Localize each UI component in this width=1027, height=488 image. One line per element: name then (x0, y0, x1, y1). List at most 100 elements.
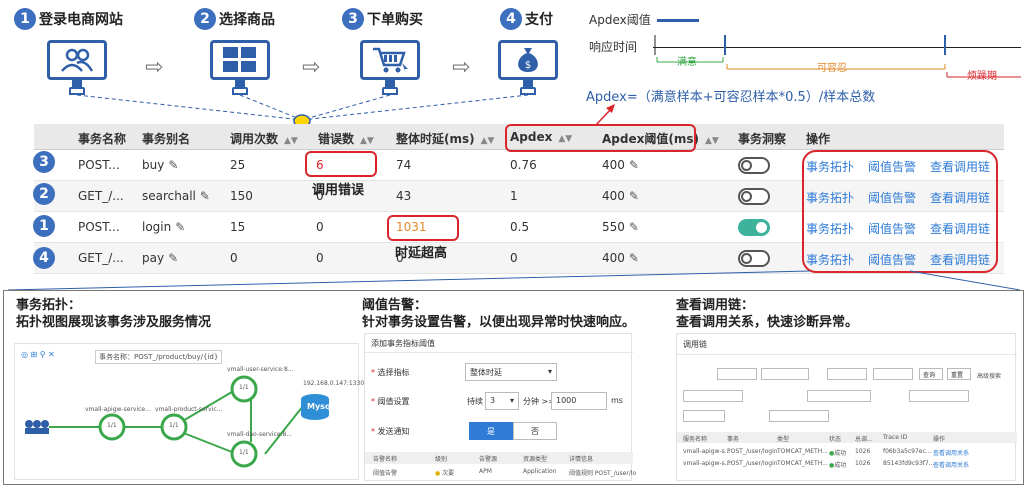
node-label: vmall-dao-service:8... (227, 431, 293, 438)
trace-cell: POST_/user/login (727, 448, 778, 455)
cell-errors: 0 (316, 220, 324, 234)
notify-no-button[interactable]: 否 (513, 422, 557, 440)
f2-unit: ms (611, 396, 623, 405)
filter-field[interactable] (873, 368, 913, 380)
trace-cell: 1026 (855, 460, 871, 467)
trace-header: 调用链 (683, 340, 707, 349)
trace-cell: vmall-apigw-s... (683, 460, 731, 467)
filter-field[interactable] (807, 390, 871, 402)
f1-label: * 选择指标 (371, 368, 410, 377)
f2-label: * 阈值设置 (371, 397, 410, 406)
trace-panel: 查看调用链： 查看调用关系，快速诊断异常。 (676, 297, 858, 331)
cell-threshold: 550 ✎ (602, 220, 639, 234)
notify-yes-button[interactable]: 是 (469, 422, 513, 440)
alarm-col: 告警源 (479, 456, 498, 463)
cell-calls: 150 (230, 189, 253, 203)
insight-toggle[interactable] (738, 157, 770, 174)
view-call-link[interactable]: 查看调用关系 (933, 460, 969, 469)
alarm-form-title: 添加事务指标阈值 (371, 339, 435, 348)
alarm-col: 资源类型 (523, 456, 548, 463)
cell-threshold: 400 ✎ (602, 158, 639, 172)
trace-cell: ●成功 (829, 450, 847, 457)
view-call-link[interactable]: 查看调用关系 (933, 448, 969, 457)
topology-panel: 事务拓扑： 拓扑视图展现该事务涉及服务情况 (16, 297, 211, 331)
insight-toggle[interactable] (738, 188, 770, 205)
pencil-icon[interactable]: ✎ (175, 220, 185, 234)
trace-col: 事务 (727, 436, 740, 443)
trace-col: 服务名称 (683, 436, 708, 443)
cell-apdex: 0 (510, 251, 518, 265)
trace-col: 状态 (829, 436, 842, 443)
insight-toggle[interactable] (738, 219, 770, 236)
cell-calls: 15 (230, 220, 246, 234)
duration-select[interactable]: 3 ▾ (485, 392, 519, 410)
trace-cell: ●成功 (829, 462, 847, 469)
pencil-icon[interactable]: ✎ (200, 189, 210, 203)
f2-prefix: 持续 (467, 397, 483, 406)
chevron-down-icon: ▾ (509, 396, 514, 405)
alarm-cell: Application (523, 468, 557, 475)
feature-panel: 事务拓扑： 拓扑视图展现该事务涉及服务情况 ◎ ⊞ ⚲ ✕ 事务名称：POST_… (3, 290, 1024, 485)
cell-alias: pay ✎ (142, 251, 179, 265)
cell-alias: login ✎ (142, 220, 186, 234)
zone-satisfied: 满意 (677, 57, 697, 68)
filter-field[interactable] (909, 390, 969, 402)
node-label: vmall-apigw-service... (85, 406, 151, 413)
trace-col: 类型 (777, 436, 790, 443)
node-label: 192.168.0.147:13306 (303, 380, 369, 387)
search-button[interactable]: 查询 (919, 368, 943, 380)
cell-errors: 0 (316, 251, 324, 265)
col-errors[interactable]: 错误数 ▲▼ (318, 130, 374, 147)
cell-apdex: 0.76 (510, 158, 537, 172)
apdex-diagram: Apdex阈值 响应时间 满意 可容忍 烦躁期 (585, 5, 1023, 91)
row-step-number: 2 (33, 183, 55, 205)
sort-icon: ▲▼ (284, 136, 298, 146)
trace-col: 总调... (855, 436, 873, 443)
cell-latency: 43 (396, 189, 412, 203)
col-alias: 事务别名 (142, 132, 191, 146)
alarm-screenshot: 添加事务指标阈值 * 选择指标 整体时延 ▾ * 阈值设置 持续 3 ▾ 分钟 >=… (364, 333, 636, 481)
node-label: vmall-user-service:8... (227, 366, 294, 373)
sort-icon: ▲▼ (480, 136, 495, 146)
topology-title: 事务拓扑： (16, 298, 82, 313)
pencil-icon[interactable]: ✎ (629, 251, 639, 265)
metric-select[interactable]: 整体时延 ▾ (465, 363, 557, 381)
cell-name: GET_/... (78, 251, 124, 265)
filter-field[interactable] (717, 368, 757, 380)
pencil-icon[interactable]: ✎ (629, 189, 639, 203)
topology-screenshot: ◎ ⊞ ⚲ ✕ 事务名称：POST_/product/buy/{id} vmal… (14, 343, 368, 480)
node-calls: 1/1 (169, 422, 179, 429)
cell-name: GET_/... (78, 189, 124, 203)
pencil-icon[interactable]: ✎ (629, 158, 639, 172)
pencil-icon[interactable]: ✎ (168, 251, 178, 265)
latency-highlight (387, 215, 459, 241)
alarm-col: 告警名称 (373, 456, 398, 463)
filter-field[interactable] (683, 410, 725, 422)
db-label: Mysql (307, 402, 334, 411)
filter-field[interactable] (827, 368, 867, 380)
alarm-cell: 阈值规则 POST_/user/lo (569, 470, 637, 477)
col-latency[interactable]: 整体时延(ms) ▲▼ (396, 130, 494, 147)
traceid-input[interactable] (769, 410, 829, 422)
pencil-icon[interactable]: ✎ (629, 220, 639, 234)
node-calls: 1/1 (107, 422, 117, 429)
cell-name: POST... (78, 220, 120, 234)
alarm-cell: 阈值告警 (373, 470, 398, 477)
filter-field[interactable] (683, 390, 743, 402)
zone-tolerating: 可容忍 (817, 63, 847, 74)
pencil-icon[interactable]: ✎ (168, 158, 178, 172)
alarm-col: 详情信息 (569, 456, 594, 463)
alarm-desc: 针对事务设置告警，以便出现异常时快速响应。 (362, 315, 636, 330)
cell-threshold: 400 ✎ (602, 251, 639, 265)
cell-latency: 74 (396, 158, 412, 172)
trace-col: 操作 (933, 436, 946, 443)
col-calls[interactable]: 调用次数 ▲▼ (230, 130, 298, 147)
threshold-input[interactable]: 1000 (551, 392, 607, 410)
filter-field[interactable] (761, 368, 809, 380)
alarm-cell: ● 次要 (435, 470, 455, 477)
reset-button[interactable]: 重置 (947, 368, 971, 380)
col-ops: 操作 (806, 132, 831, 146)
advanced-search-link[interactable]: 高级搜索 (977, 371, 1001, 380)
cell-threshold: 400 ✎ (602, 189, 639, 203)
cell-apdex: 1 (510, 189, 518, 203)
